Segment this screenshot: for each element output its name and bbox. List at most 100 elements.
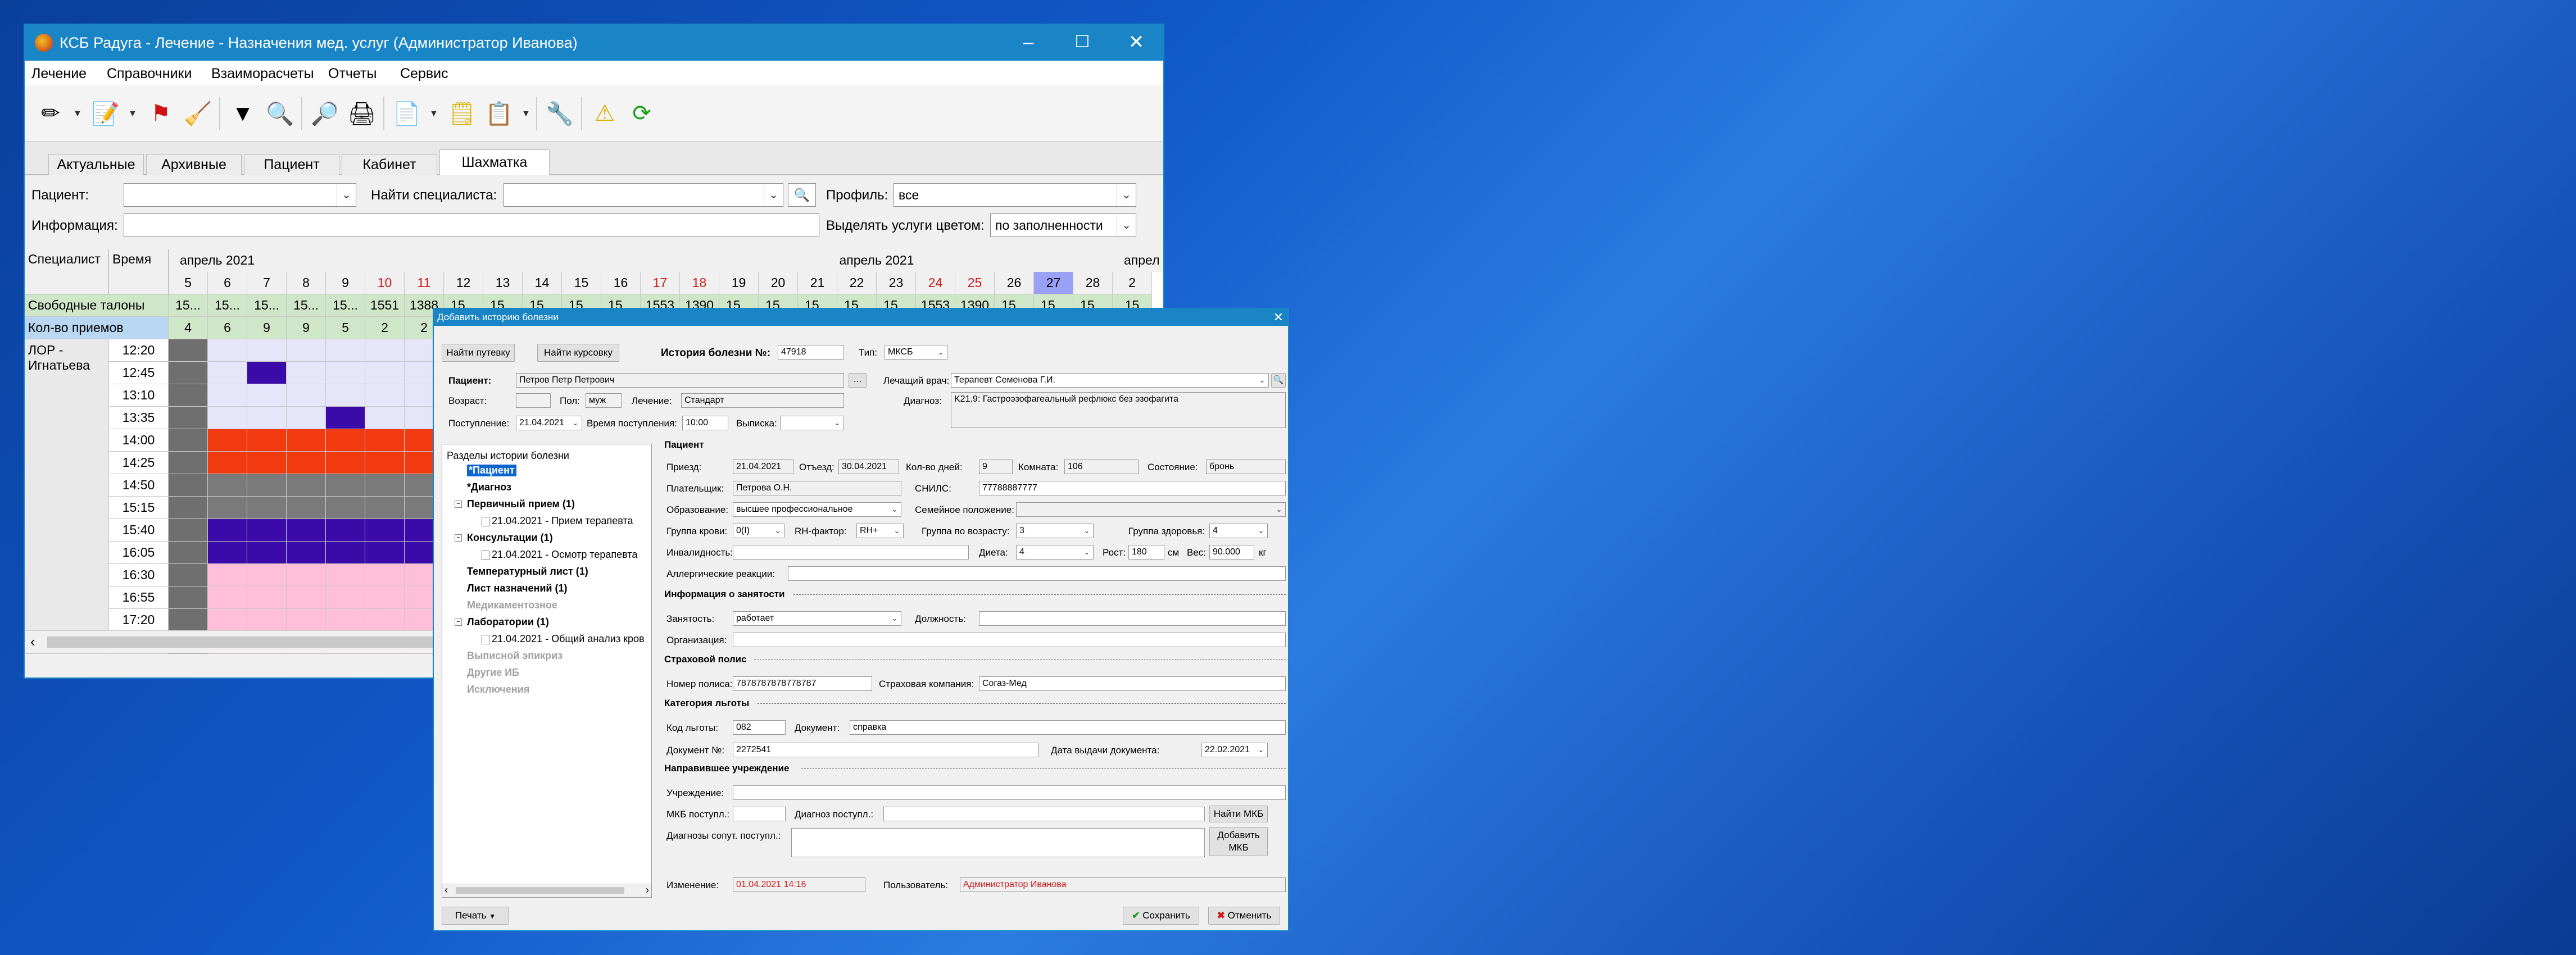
schedule-slot[interactable]: [208, 429, 247, 452]
schedule-slot[interactable]: [365, 407, 405, 429]
chevron-down-icon[interactable]: ⌄: [569, 416, 582, 430]
patient-select-button[interactable]: ...: [849, 373, 867, 388]
schedule-slot[interactable]: [287, 542, 326, 564]
schedule-slot[interactable]: [247, 429, 287, 452]
schedule-slot[interactable]: [169, 586, 208, 609]
schedule-slot[interactable]: [287, 429, 326, 452]
document-field[interactable]: справка: [850, 720, 1286, 735]
schedule-slot[interactable]: [326, 497, 365, 519]
cancel-button[interactable]: ✖ Отменить: [1208, 907, 1280, 925]
schedule-slot[interactable]: [247, 407, 287, 429]
schedule-slot[interactable]: [326, 542, 365, 564]
payer-field[interactable]: Петрова О.Н.: [733, 481, 901, 495]
filter-icon[interactable]: ▼: [225, 96, 261, 131]
time-slot[interactable]: 12:45: [109, 362, 169, 384]
find-course-button[interactable]: Найти курсовку: [537, 344, 619, 362]
clear-icon[interactable]: 🧹: [180, 96, 216, 131]
edit-dropdown-icon[interactable]: ▼: [128, 109, 137, 119]
find-specialist-combo[interactable]: ⌄: [504, 183, 783, 207]
paste-dropdown-icon[interactable]: ▼: [521, 109, 530, 119]
schedule-slot[interactable]: [169, 429, 208, 452]
day-header[interactable]: 15: [562, 272, 601, 294]
tree-item-exclusions[interactable]: Исключения: [467, 684, 529, 695]
schedule-slot[interactable]: [326, 564, 365, 586]
menu-treatment[interactable]: Лечение: [31, 66, 87, 82]
institution-field[interactable]: [733, 785, 1286, 800]
schedule-slot[interactable]: [287, 339, 326, 362]
schedule-slot[interactable]: [247, 474, 287, 497]
days-count-field[interactable]: 9: [979, 460, 1013, 474]
menu-settlements[interactable]: Взаиморасчеты: [211, 66, 314, 82]
schedule-slot[interactable]: [326, 407, 365, 429]
schedule-slot[interactable]: [208, 586, 247, 609]
schedule-slot[interactable]: [365, 452, 405, 474]
schedule-slot[interactable]: [169, 452, 208, 474]
diag-in-field[interactable]: [883, 807, 1205, 821]
patient-filter-combo[interactable]: ⌄: [124, 183, 356, 207]
time-slot[interactable]: 15:40: [109, 519, 169, 542]
schedule-slot[interactable]: [247, 609, 287, 631]
tab-archive[interactable]: Архивные: [146, 154, 242, 175]
note-icon[interactable]: 🗒: [444, 96, 480, 131]
age-field[interactable]: [516, 393, 551, 408]
document-dropdown-icon[interactable]: ▼: [429, 109, 438, 119]
search-button[interactable]: 🔍: [788, 183, 816, 207]
schedule-slot[interactable]: [247, 362, 287, 384]
schedule-slot[interactable]: [208, 362, 247, 384]
day-header[interactable]: 14: [523, 272, 562, 294]
schedule-slot[interactable]: [247, 519, 287, 542]
chevron-down-icon[interactable]: ⌄: [935, 345, 947, 359]
tree-horizontal-scrollbar[interactable]: ‹ ›: [442, 884, 651, 897]
schedule-slot[interactable]: [326, 474, 365, 497]
patient-field[interactable]: Петров Петр Петрович: [516, 373, 844, 388]
doctor-search-button[interactable]: 🔍: [1271, 373, 1286, 388]
schedule-slot[interactable]: [208, 474, 247, 497]
schedule-slot[interactable]: [208, 452, 247, 474]
save-button[interactable]: ✔ Сохранить: [1123, 907, 1199, 925]
new-dropdown-icon[interactable]: ▼: [73, 109, 82, 119]
preview-icon[interactable]: 🔎: [307, 96, 343, 131]
tree-item-consult[interactable]: Консультации (1): [467, 532, 553, 544]
day-header[interactable]: 8: [287, 272, 326, 294]
policy-field[interactable]: 7878787878778787: [733, 676, 872, 691]
schedule-slot[interactable]: [365, 542, 405, 564]
day-header[interactable]: 18: [680, 272, 719, 294]
blood-combo[interactable]: 0(I) ⌄: [733, 524, 784, 538]
schedule-slot[interactable]: [208, 542, 247, 564]
scroll-right-icon[interactable]: ›: [646, 884, 649, 896]
family-combo[interactable]: ⌄: [1016, 502, 1286, 517]
menu-directories[interactable]: Справочники: [107, 66, 192, 82]
chevron-down-icon[interactable]: ⌄: [1273, 503, 1285, 516]
tools-icon[interactable]: 🔧: [542, 96, 578, 131]
find-mkb-button[interactable]: Найти МКБ: [1209, 806, 1268, 822]
refresh-icon[interactable]: ⟳: [624, 96, 660, 131]
schedule-slot[interactable]: [365, 339, 405, 362]
day-header[interactable]: 26: [995, 272, 1034, 294]
admission-time-field[interactable]: 10:00: [682, 416, 728, 430]
tab-actual[interactable]: Актуальные: [48, 154, 144, 175]
schedule-slot[interactable]: [169, 609, 208, 631]
diag-accomp-field[interactable]: [791, 828, 1205, 857]
scroll-left-icon[interactable]: ‹: [30, 633, 35, 651]
tree-item-lab[interactable]: Лаборатории (1): [467, 616, 549, 628]
schedule-slot[interactable]: [365, 474, 405, 497]
changed-field[interactable]: 01.04.2021 14:16: [733, 877, 865, 892]
schedule-slot[interactable]: [326, 339, 365, 362]
tab-cabinet[interactable]: Кабинет: [342, 154, 437, 175]
schedule-slot[interactable]: [365, 519, 405, 542]
schedule-slot[interactable]: [365, 564, 405, 586]
minimize-button[interactable]: –: [1001, 25, 1055, 61]
weight-field[interactable]: 90.000: [1209, 545, 1254, 560]
day-header[interactable]: 20: [759, 272, 798, 294]
day-header[interactable]: 23: [877, 272, 916, 294]
schedule-slot[interactable]: [169, 519, 208, 542]
info-field[interactable]: [124, 213, 819, 237]
history-no-field[interactable]: 47918: [778, 345, 844, 360]
document-icon[interactable]: 📄: [389, 96, 425, 131]
tab-chess[interactable]: Шахматка: [439, 149, 550, 175]
schedule-slot[interactable]: [247, 542, 287, 564]
chevron-down-icon[interactable]: ⌄: [1255, 743, 1267, 757]
schedule-slot[interactable]: [169, 384, 208, 407]
time-slot[interactable]: 12:20: [109, 339, 169, 362]
paste-icon[interactable]: 📋: [481, 96, 517, 131]
